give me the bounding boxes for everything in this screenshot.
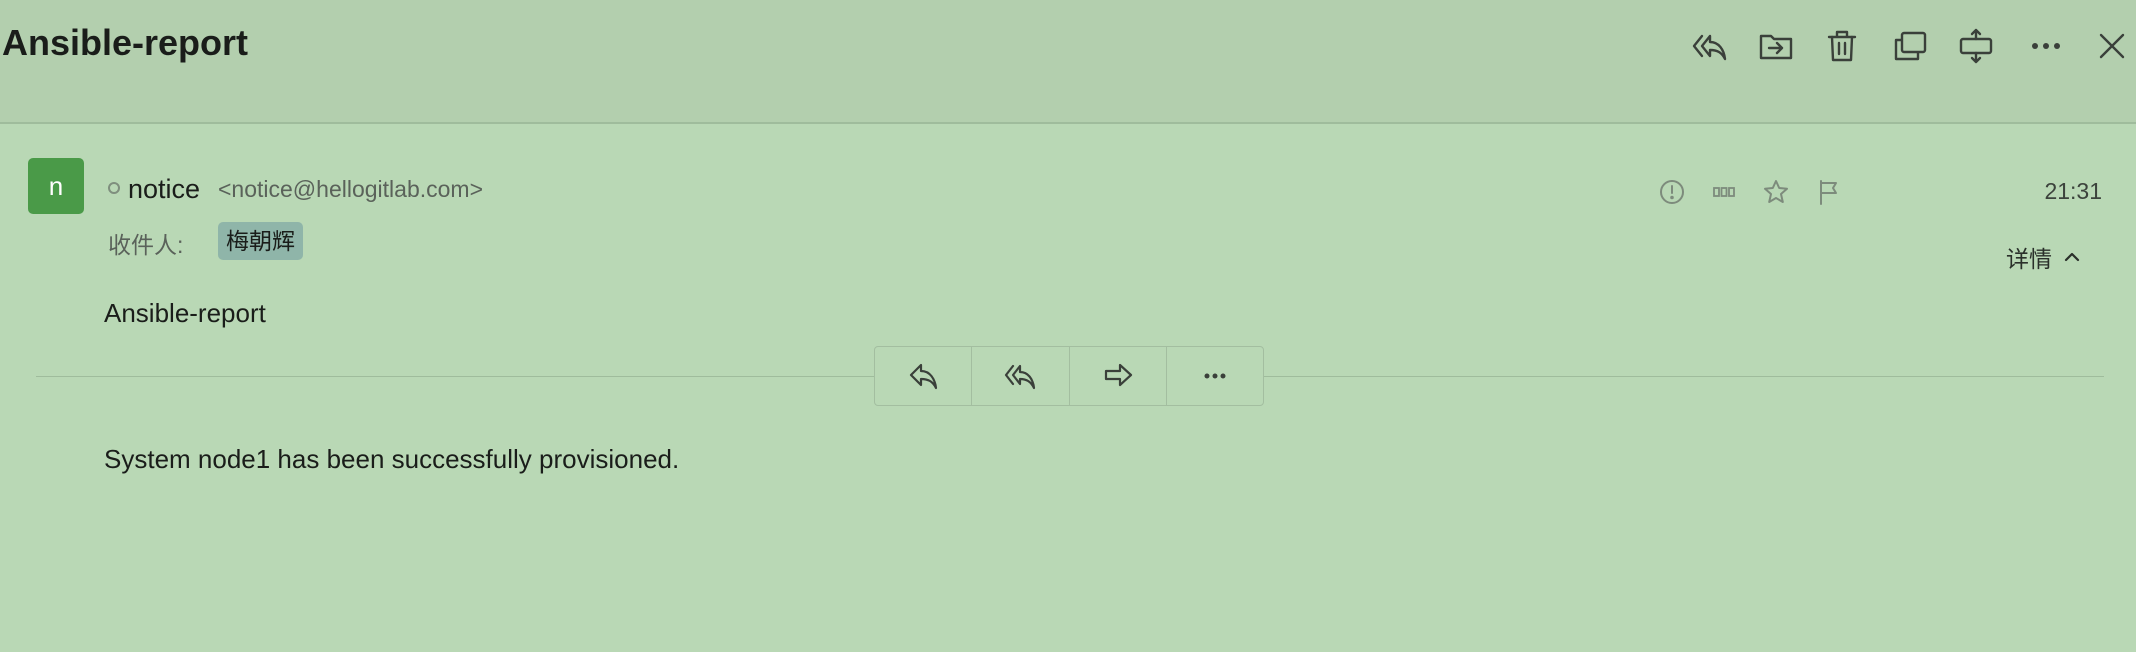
move-button[interactable] <box>1754 24 1798 68</box>
new-window-icon <box>1894 31 1927 61</box>
move-to-folder-icon <box>1759 34 1793 60</box>
flag-button[interactable] <box>1812 176 1844 208</box>
flag-icon <box>1820 180 1837 205</box>
expand-button[interactable] <box>1954 24 1998 68</box>
status-dot-icon <box>108 182 120 194</box>
open-in-new-window-button[interactable] <box>1888 24 1932 68</box>
close-button[interactable] <box>2090 24 2134 68</box>
chevron-up-icon <box>2064 252 2080 262</box>
reply-all-icon <box>1692 34 1727 61</box>
important-icon <box>1660 180 1684 204</box>
message-time: 21:31 <box>2044 178 2102 204</box>
avatar[interactable]: n <box>28 158 84 214</box>
tag-button[interactable] <box>1708 176 1740 208</box>
details-toggle[interactable]: 详情 <box>2006 240 2082 274</box>
star-button[interactable] <box>1760 176 1792 208</box>
forward-icon <box>1104 363 1132 387</box>
reply-all-button[interactable] <box>1688 24 1732 68</box>
forward-button[interactable] <box>1070 347 1167 405</box>
message-subject: Ansible-report <box>104 298 266 328</box>
details-label: 详情 <box>2006 246 2052 272</box>
message-title: Ansible-report <box>2 22 249 63</box>
expand-icon <box>1959 28 1993 64</box>
quick-actions <box>874 346 1264 406</box>
reply-button[interactable] <box>875 347 973 405</box>
message-body: System node1 has been successfully provi… <box>104 444 680 474</box>
important-button[interactable] <box>1656 176 1688 208</box>
message-header: Ansible-report <box>0 0 2136 124</box>
more-icon <box>2032 43 2060 49</box>
sender-email[interactable]: <notice@hellogitlab.com> <box>218 176 483 203</box>
sender-name[interactable]: notice <box>128 174 200 205</box>
reply-icon <box>910 363 938 390</box>
trash-icon <box>1827 30 1857 62</box>
tag-icon <box>1713 187 1735 197</box>
more-icon <box>1204 373 1226 379</box>
reply-all-quick-button[interactable] <box>972 347 1070 405</box>
close-icon <box>2099 33 2125 59</box>
more-options-button[interactable] <box>2024 24 2068 68</box>
reply-all-icon <box>1005 364 1036 390</box>
more-actions-button[interactable] <box>1167 347 1263 405</box>
recipient-chip[interactable]: 梅朝辉 <box>218 222 303 260</box>
recipient-label: 收件人: <box>108 232 184 258</box>
delete-button[interactable] <box>1820 24 1864 68</box>
star-icon <box>1764 180 1788 203</box>
